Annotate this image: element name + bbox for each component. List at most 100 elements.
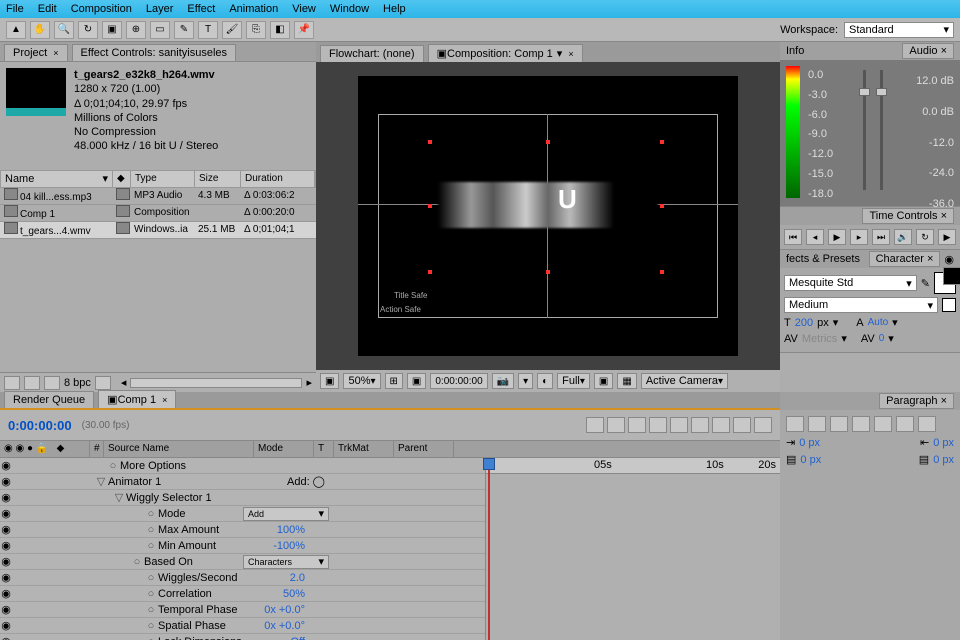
loop-button[interactable]: ↻ — [916, 229, 934, 245]
play-button[interactable]: ▶ — [828, 229, 846, 245]
tl-icon-1[interactable] — [586, 417, 604, 433]
menu-help[interactable]: Help — [383, 3, 406, 15]
transparency-icon[interactable]: ▦ — [617, 373, 636, 389]
first-frame-button[interactable]: ⏮ — [784, 229, 802, 245]
property-value[interactable]: 0x +0.0° — [264, 604, 305, 616]
timeline-property-row[interactable]: ◉○Spatial Phase0x +0.0° — [0, 618, 485, 634]
pen-tool[interactable]: ✎ — [174, 21, 194, 39]
close-icon[interactable]: × — [568, 49, 573, 59]
col-label-icon[interactable]: ◆ — [113, 171, 131, 187]
roi-icon[interactable]: ▣ — [594, 373, 613, 389]
selection-tool[interactable]: ▲ — [6, 21, 26, 39]
tl-icon-7[interactable] — [712, 417, 730, 433]
audio-slider-right[interactable] — [880, 70, 883, 190]
next-frame-button[interactable]: ▸ — [850, 229, 868, 245]
color-icon[interactable]: ◐ — [537, 373, 553, 389]
property-value[interactable]: 0x +0.0° — [264, 620, 305, 632]
timeline-property-row[interactable]: ◉○More Options — [0, 458, 485, 474]
property-value[interactable]: 2.0 — [290, 572, 305, 584]
col-size[interactable]: Size — [195, 171, 241, 187]
tl-icon-4[interactable] — [649, 417, 667, 433]
comp-viewer[interactable]: U Title Safe Action Safe — [316, 62, 780, 370]
always-preview-icon[interactable]: ▣ — [320, 373, 339, 389]
timeline-property-row[interactable]: ◉○Wiggles/Second2.0 — [0, 570, 485, 586]
tab-project[interactable]: Project× — [4, 44, 68, 61]
tab-flowchart[interactable]: Flowchart: (none) — [320, 45, 424, 62]
col-source[interactable]: Source Name — [104, 441, 254, 457]
grid-icon[interactable]: ⊞ — [385, 373, 403, 389]
timeline-property-row[interactable]: ◉○Temporal Phase0x +0.0° — [0, 602, 485, 618]
prev-frame-button[interactable]: ◂ — [806, 229, 824, 245]
menu-edit[interactable]: Edit — [38, 3, 57, 15]
timeline-property-row[interactable]: ◉○Min Amount-100% — [0, 538, 485, 554]
tl-icon-5[interactable] — [670, 417, 688, 433]
close-icon[interactable]: × — [53, 48, 58, 58]
tracking-value[interactable]: 0 — [879, 333, 885, 344]
zoom-tool[interactable]: 🔍 — [54, 21, 74, 39]
text-tool[interactable]: T — [198, 21, 218, 39]
menu-layer[interactable]: Layer — [146, 3, 174, 15]
kerning-value[interactable]: Metrics — [802, 333, 837, 345]
brush-tool[interactable]: 🖌 — [222, 21, 242, 39]
timeline-property-row[interactable]: ◉▽Animator 1Add: ◯ — [0, 474, 485, 490]
tab-timeline-comp[interactable]: ▣ Comp 1× — [98, 390, 176, 408]
menu-animation[interactable]: Animation — [229, 3, 278, 15]
font-select[interactable]: Mesquite Std▾ — [784, 275, 917, 291]
font-size-value[interactable]: 200 — [795, 317, 813, 329]
hand-tool[interactable]: ✋ — [30, 21, 50, 39]
mask-toggle-icon[interactable]: ▣ — [407, 373, 426, 389]
project-row[interactable]: 04 kill...ess.mp3MP3 Audio4.3 MBΔ 0:03:0… — [0, 188, 316, 205]
interp-icon[interactable] — [4, 376, 20, 390]
eraser-tool[interactable]: ◧ — [270, 21, 290, 39]
workspace-select[interactable]: Standard▾ — [844, 22, 954, 38]
timeline-property-row[interactable]: ◉○ModeAdd ▾ — [0, 506, 485, 522]
mask-tool[interactable]: ▭ — [150, 21, 170, 39]
audio-button[interactable]: 🔊 — [894, 229, 912, 245]
col-type[interactable]: Type — [131, 171, 195, 187]
property-value[interactable]: Off — [291, 636, 305, 640]
project-row[interactable]: Comp 1CompositionΔ 0:00:20:0 — [0, 205, 316, 222]
timeline-property-row[interactable]: ◉○Correlation50% — [0, 586, 485, 602]
space-after-value[interactable]: 0 px — [933, 454, 954, 466]
tab-time-controls[interactable]: Time Controls × — [862, 208, 954, 224]
property-dropdown[interactable]: Characters ▾ — [243, 555, 329, 569]
justify-center-button[interactable] — [874, 416, 892, 432]
tab-effects-presets[interactable]: fects & Presets — [786, 253, 860, 265]
clone-tool[interactable]: ⎘ — [246, 21, 266, 39]
tab-audio[interactable]: Audio × — [902, 43, 954, 59]
space-before-value[interactable]: 0 px — [800, 454, 821, 466]
tab-render-queue[interactable]: Render Queue — [4, 391, 94, 408]
font-style-select[interactable]: Medium▾ — [784, 297, 938, 313]
view-select[interactable]: Active Camera ▾ — [641, 373, 728, 389]
playhead[interactable] — [488, 458, 490, 640]
audio-slider-left[interactable] — [863, 70, 866, 190]
timeline-property-row[interactable]: ◉○Based OnCharacters ▾ — [0, 554, 485, 570]
time-ruler[interactable]: 05s 10s 20s — [486, 458, 780, 474]
pan-behind-tool[interactable]: ⊕ — [126, 21, 146, 39]
project-scrollbar[interactable] — [130, 378, 302, 388]
property-value[interactable]: 50% — [283, 588, 305, 600]
fill-swatch[interactable] — [934, 272, 956, 294]
panel-menu-icon[interactable]: ◉ — [944, 253, 954, 266]
tl-icon-3[interactable] — [628, 417, 646, 433]
tl-icon-9[interactable] — [754, 417, 772, 433]
align-right-button[interactable] — [830, 416, 848, 432]
current-time[interactable]: 0:00:00:00 — [8, 418, 72, 433]
tab-paragraph[interactable]: Paragraph × — [879, 393, 954, 409]
align-left-button[interactable] — [786, 416, 804, 432]
eyedropper-icon[interactable]: ✎ — [921, 277, 930, 290]
zoom-select[interactable]: 50% ▾ — [343, 373, 380, 389]
ram-preview-button[interactable]: ▶ — [938, 229, 956, 245]
resolution-select[interactable]: Full ▾ — [557, 373, 590, 389]
property-dropdown[interactable]: Add ▾ — [243, 507, 329, 521]
tl-icon-2[interactable] — [607, 417, 625, 433]
timeline-property-row[interactable]: ◉○Lock DimensionsOff — [0, 634, 485, 640]
menu-effect[interactable]: Effect — [187, 3, 215, 15]
rotate-tool[interactable]: ↻ — [78, 21, 98, 39]
property-value[interactable]: 100% — [277, 524, 305, 536]
justify-all-button[interactable] — [918, 416, 936, 432]
timeline-property-row[interactable]: ◉▽Wiggly Selector 1 — [0, 490, 485, 506]
tab-info[interactable]: Info — [786, 45, 804, 57]
indent-right-value[interactable]: 0 px — [933, 437, 954, 449]
snapshot-icon[interactable]: 📷 — [492, 373, 514, 389]
